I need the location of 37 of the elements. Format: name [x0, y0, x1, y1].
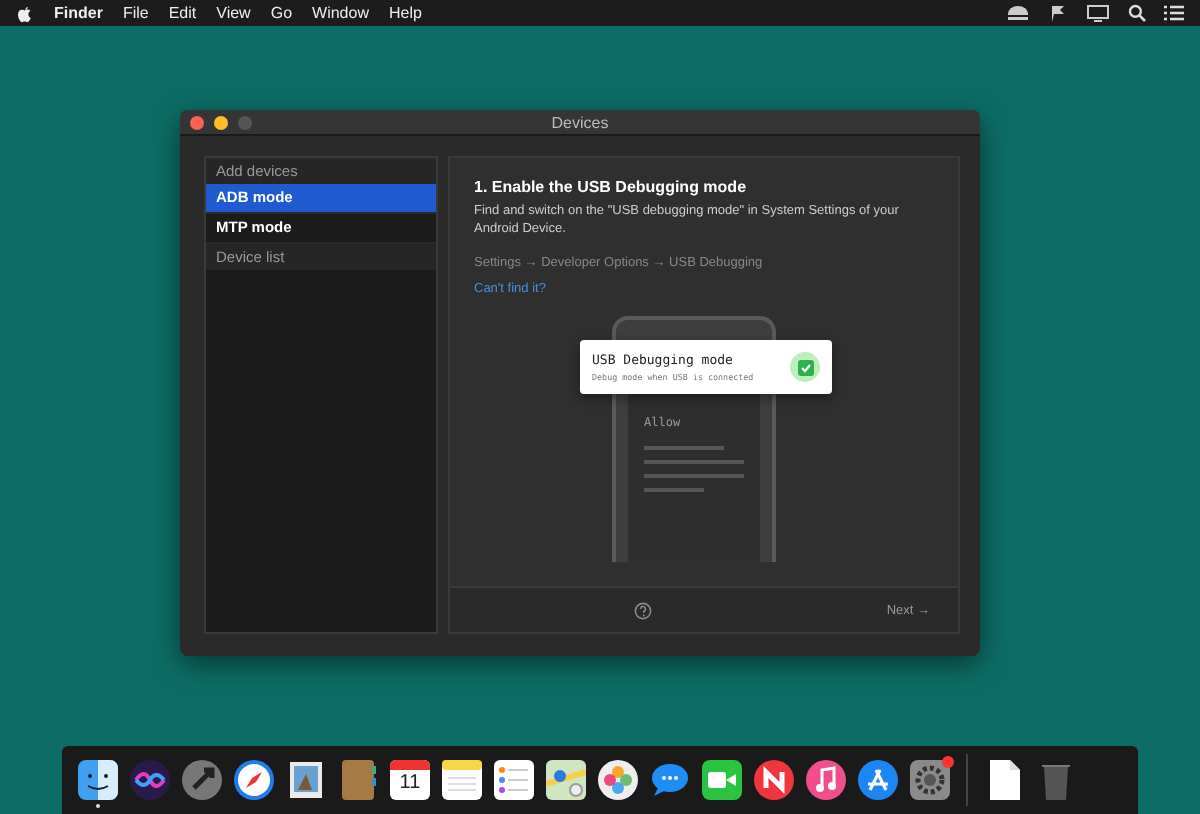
checkbox[interactable]	[790, 352, 820, 382]
window-title: Devices	[551, 113, 609, 131]
speech-bubble-icon[interactable]	[650, 760, 690, 800]
wave-orb-icon[interactable]	[130, 760, 170, 800]
apple-logo-icon	[16, 3, 34, 23]
flag-icon	[1048, 4, 1068, 22]
gear-icon[interactable]	[910, 760, 950, 800]
news-icon[interactable]	[754, 760, 794, 800]
app-store-icon[interactable]	[858, 760, 898, 800]
smiling-face-icon[interactable]	[78, 760, 118, 800]
list-icon	[1164, 4, 1184, 22]
map-icon[interactable]	[546, 760, 586, 800]
compass-icon[interactable]	[234, 760, 274, 800]
photo-stack-icon[interactable]	[286, 760, 326, 800]
menu-item[interactable]: View	[216, 4, 251, 22]
flower-icon[interactable]	[598, 760, 638, 800]
menu-item[interactable]: File	[122, 4, 149, 22]
search-icon	[1128, 4, 1146, 22]
video-camera-icon[interactable]	[702, 760, 742, 800]
help-icon	[634, 601, 652, 619]
menu-item[interactable]: Edit	[168, 4, 197, 22]
minimize-button[interactable]	[214, 115, 228, 129]
trash-icon[interactable]	[1036, 760, 1076, 800]
menu-item[interactable]: Go	[270, 4, 293, 22]
menu-item[interactable]: Window	[312, 4, 369, 22]
rocket-icon[interactable]	[182, 760, 222, 800]
address-book-icon[interactable]	[338, 760, 378, 800]
calendar-icon[interactable]: 11	[390, 760, 430, 800]
step-heading: 1. Enable the USB Debugging mode	[474, 178, 749, 196]
close-button[interactable]	[190, 115, 204, 129]
music-note-icon[interactable]	[806, 760, 846, 800]
check-icon	[797, 359, 813, 375]
menu-app-name[interactable]: Finder	[54, 4, 103, 22]
checklist-icon[interactable]	[494, 760, 534, 800]
document-icon[interactable]	[984, 760, 1024, 800]
menu-item[interactable]: Help	[388, 4, 422, 22]
display-icon	[1086, 4, 1110, 22]
